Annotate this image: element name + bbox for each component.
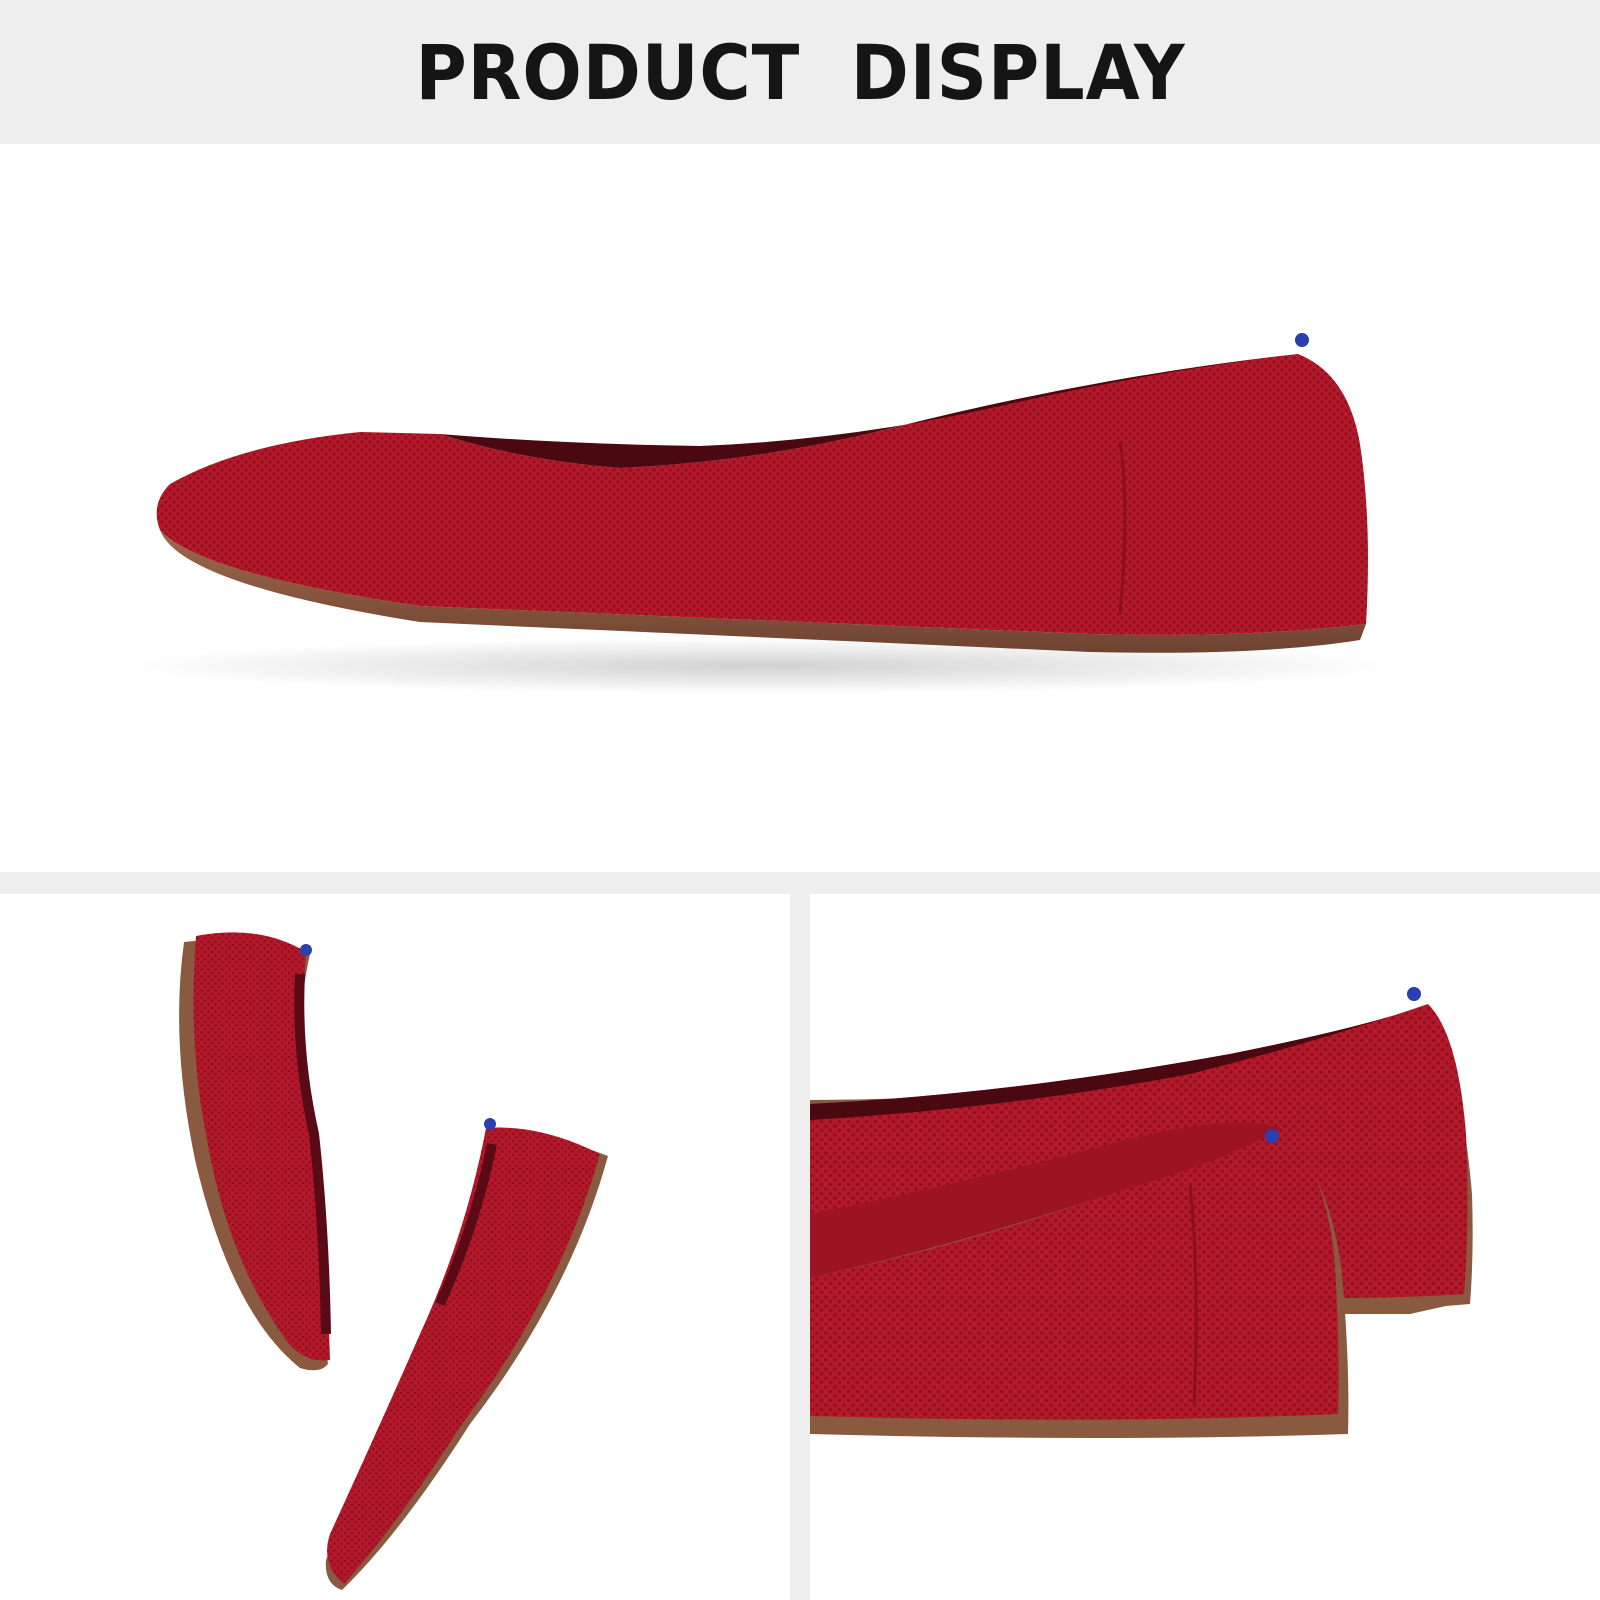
divider-horizontal — [0, 872, 1600, 894]
product-image-heel-detail — [810, 894, 1600, 1600]
heel-tab-front-icon — [1265, 1129, 1279, 1143]
shoe-pair-illustration — [179, 932, 608, 1590]
shoe-side-illustration — [120, 333, 1400, 694]
page-title: PRODUCT DISPLAY — [414, 27, 1186, 117]
heel-tab-right-icon — [484, 1118, 496, 1130]
heel-tab-back-icon — [1407, 987, 1421, 1001]
heel-tab-icon — [1295, 333, 1309, 347]
product-image-top-angle — [0, 894, 790, 1600]
divider-vertical — [790, 894, 810, 1600]
product-image-side-view — [0, 144, 1600, 872]
heel-tab-left-icon — [300, 944, 312, 956]
shoe-heel-illustration — [810, 987, 1473, 1438]
header-band: PRODUCT DISPLAY — [0, 0, 1600, 144]
